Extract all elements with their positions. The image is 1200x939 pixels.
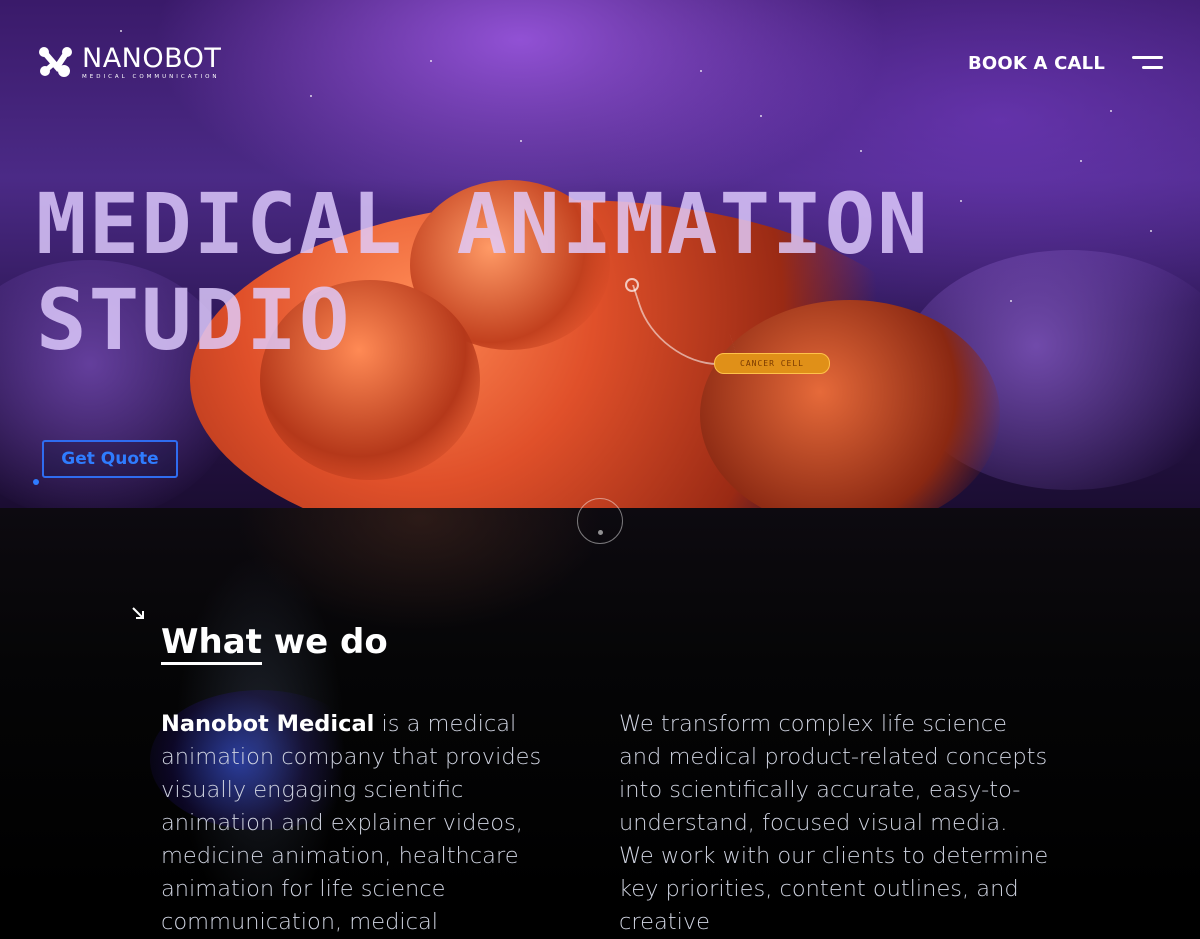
section-title-underlined: What <box>161 622 262 665</box>
company-name: Nanobot Medical <box>161 711 375 737</box>
scroll-indicator-dot <box>598 530 603 535</box>
section-title-rest: we do <box>261 622 388 662</box>
about-paragraph-right: We transform complex life science and me… <box>619 708 1049 939</box>
scroll-down-indicator[interactable] <box>577 498 623 544</box>
about-text-right: We transform complex life science and me… <box>619 711 1049 935</box>
logo-name: NANOBOT <box>82 43 222 74</box>
hamburger-menu-icon[interactable] <box>1132 56 1163 72</box>
logo[interactable]: NANOBOT MEDICAL COMMUNICATION <box>38 45 221 80</box>
section-title: What we do <box>161 619 388 665</box>
menu-line <box>1142 66 1163 69</box>
slide-indicator-dot[interactable] <box>33 479 39 485</box>
about-paragraph-left: Nanobot Medical is a medical animation c… <box>161 708 581 939</box>
logo-tagline: MEDICAL COMMUNICATION <box>82 74 220 80</box>
book-a-call-link[interactable]: BOOK A CALL <box>968 53 1105 74</box>
nanobot-logo-icon <box>39 47 72 77</box>
about-text-left: is a medical animation company that prov… <box>161 711 542 935</box>
menu-line <box>1132 56 1163 59</box>
hero-title-line-1: MEDICAL ANIMATION <box>36 175 930 273</box>
get-quote-button[interactable]: Get Quote <box>42 440 178 478</box>
arrow-down-right-icon <box>132 607 144 619</box>
hero-title-line-2: STUDIO <box>36 271 352 369</box>
hero-title: MEDICAL ANIMATION STUDIO <box>36 176 1036 368</box>
